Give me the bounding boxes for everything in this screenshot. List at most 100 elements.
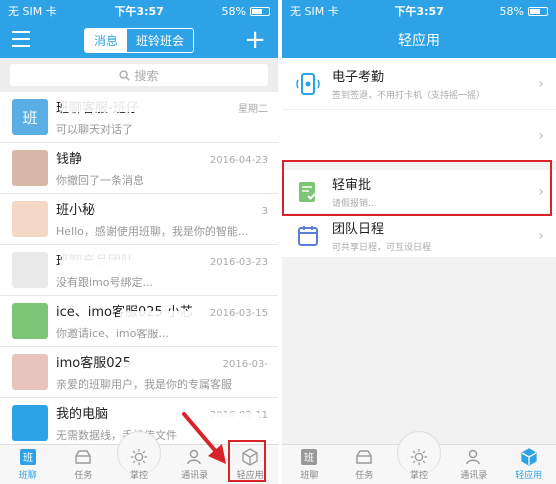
contacts-icon [465,448,483,466]
app-name: 轻审批 [332,178,372,193]
chat-header: 钱静 2016-04-23 [56,148,268,167]
tab-label: 通讯录 [181,471,209,481]
chat-icon: 班 [300,448,318,466]
avatar: 班 [12,99,48,135]
chat-name: 钱静 [56,152,83,167]
app-list: 电子考勤 签到签退，不用打卡机（支持摇一摇） › › 轻审批 请假报销... › 团队日程 可共… [282,58,556,258]
control-icon [130,448,148,466]
menu-icon[interactable] [12,31,30,47]
tab-label: 任务 [74,471,93,481]
search-bar: 搜索 [0,58,278,92]
tab-chat[interactable]: 班班聊 [0,445,56,484]
avatar [12,150,48,186]
status-bar: 无 SIM 卡 下午3:57 58% [282,0,556,22]
app-row[interactable]: › [282,110,556,162]
segment-control: 消息 班铃班会 [83,27,195,53]
redaction-mask [62,98,162,112]
app-text: 电子考勤 签到签退，不用打卡机（支持摇一摇） [332,66,538,101]
tab-label: 通讯录 [460,471,488,481]
chat-time: 3 [261,206,268,217]
chat-body: 班小秘 3 Hello，感谢使用班聊，我是你的智能... [56,199,268,239]
app-row[interactable]: 团队日程 可共享日程，可互设日程 › [282,214,556,258]
chat-name: 我的电脑 [56,407,109,422]
chat-body: 钱静 2016-04-23 你撤回了一条消息 [56,148,268,188]
status-bar: 无 SIM 卡 下午3:57 58% [0,0,278,22]
task-icon [74,448,92,466]
chat-preview: 无需数据线，手机传文件 [56,429,177,442]
tab-label: 轻应用 [515,471,543,481]
task-icon [355,448,373,466]
tab-chat[interactable]: 班班聊 [282,445,337,484]
clock: 下午3:57 [114,5,164,18]
carrier-label: 无 SIM 卡 [8,5,57,18]
chat-icon: 班 [19,448,37,466]
chat-row[interactable]: 钱静 2016-04-23 你撤回了一条消息 [0,143,278,194]
battery-percent: 58% [499,4,524,18]
tab-task[interactable]: 任务 [337,445,392,484]
calendar-icon [294,222,322,250]
chat-time: 2016-03-15 [209,308,268,319]
tab-control[interactable]: 掌控 [111,431,167,484]
chat-row[interactable]: 班小秘 3 Hello，感谢使用班聊，我是你的智能... [0,194,278,245]
approval-icon [294,178,322,206]
tab-class-meeting[interactable]: 班铃班会 [127,28,194,52]
app-group: 电子考勤 签到签退，不用打卡机（支持摇一摇） › › [282,58,556,162]
search-icon [119,69,131,81]
battery-icon [527,6,548,16]
chat-time: 2016-03- [222,359,268,370]
avatar [12,252,48,288]
tab-task[interactable]: 任务 [56,445,112,484]
chat-preview: 可以聊天对话了 [56,123,133,136]
avatar [12,354,48,390]
chat-preview: 亲爱的班聊用户，我是你的专属客服 [56,378,232,391]
app-text [332,134,538,137]
messages-screen: 无 SIM 卡 下午3:57 58% 消息 班铃班会 + 搜索 班班聊客服-班仔… [0,0,278,484]
battery-icon [249,6,270,16]
avatar [12,405,48,441]
search-input[interactable]: 搜索 [10,64,268,86]
apps-icon [520,448,538,466]
app-row[interactable]: 电子考勤 签到签退，不用打卡机（支持摇一摇） › [282,58,556,110]
clock: 下午3:57 [394,5,444,18]
svg-text:班: 班 [23,452,33,464]
tab-label: 班聊 [300,471,319,481]
chat-preview: Hello，感谢使用班聊，我是你的智能... [56,225,249,238]
pointer-arrow-icon [182,412,226,464]
app-text: 团队日程可共享日程，可互设日程 [332,218,538,253]
tab-apps[interactable]: 轻应用 [501,445,556,484]
chat-time: 2016-03-23 [209,257,268,268]
tab-control[interactable]: 掌控 [392,431,447,484]
page-title: 轻应用 [398,33,440,49]
chat-header: 班小秘 3 [56,199,268,218]
battery-percent: 58% [221,4,246,18]
tab-label: 轻应用 [236,471,264,481]
top-navbar: 消息 班铃班会 + [0,22,278,58]
app-row[interactable]: 轻审批 请假报销... › [282,170,556,214]
light-apps-screen: 无 SIM 卡 下午3:57 58% 轻应用 电子考勤 签到签退，不用打卡机（支持… [282,0,556,484]
redaction-mask [60,260,165,276]
tab-label: 班聊 [18,471,37,481]
app-name: 团队日程 [332,222,385,237]
chat-preview: 没有跟imo号绑定... [56,276,153,289]
chevron-right-icon: › [538,227,544,244]
app-group: 轻审批 请假报销... › 团队日程 可共享日程，可互设日程 › [282,170,556,258]
app-description: 可共享日程，可互设日程 [332,243,432,253]
app-text: 轻审批请假报销... [332,174,538,209]
tab-label: 掌控 [129,471,148,481]
top-navbar: 轻应用 [282,22,556,58]
chat-time: 2016-04-23 [209,155,268,166]
tab-label: 掌控 [409,471,428,481]
bottom-tab-bar: 班班聊 任务 掌控 通讯录 轻应用 [282,431,556,484]
svg-text:班: 班 [304,452,314,464]
bottom-tab-bar: 班班聊 任务 掌控 通讯录 轻应用 [0,431,278,484]
chevron-right-icon: › [538,183,544,200]
add-icon[interactable]: + [244,25,266,55]
chat-name: 班小秘 [56,203,96,218]
attendance-icon [294,70,322,98]
tab-messages[interactable]: 消息 [84,28,127,52]
app-name: 电子考勤 [332,70,385,85]
chevron-right-icon: › [538,75,544,92]
app-description: 请假报销... [332,199,377,209]
chat-list: 班班聊客服-班仔星期二可以聊天对话了钱静2016-04-23你撤回了一条消息班小… [0,92,278,449]
tab-contacts[interactable]: 通讯录 [446,445,501,484]
